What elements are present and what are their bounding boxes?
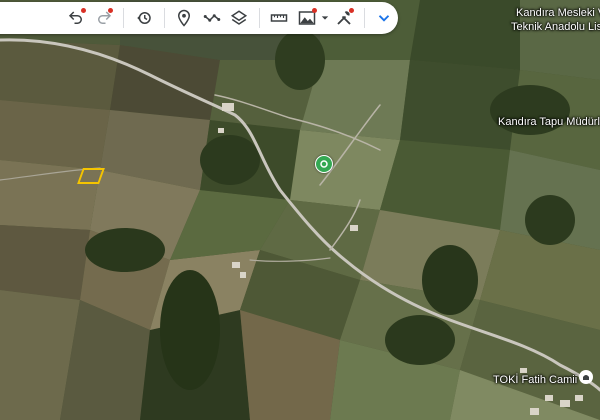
chevron-down-icon xyxy=(379,15,390,22)
mosque-marker[interactable] xyxy=(579,370,593,384)
undo-notification-dot xyxy=(80,8,86,13)
poi-marker[interactable] xyxy=(315,155,333,173)
toolbar-divider xyxy=(363,8,365,28)
path-icon xyxy=(203,14,220,22)
layers-icon xyxy=(230,10,248,25)
placemark-icon xyxy=(178,9,191,27)
toolbar-divider xyxy=(123,8,125,28)
tools-button[interactable] xyxy=(330,4,357,32)
redo-button[interactable] xyxy=(90,4,117,32)
toolbar-divider xyxy=(258,8,260,28)
imagery-notification-dot xyxy=(311,8,317,13)
school-label-line2[interactable]: Teknik Anadolu Lise xyxy=(511,21,600,33)
history-icon xyxy=(137,12,151,24)
draw-path-button[interactable] xyxy=(198,4,225,32)
layers-button[interactable] xyxy=(225,4,252,32)
school-label-line1[interactable]: Kandıra Mesleki V xyxy=(516,7,600,19)
imagery-dropdown-caret[interactable] xyxy=(321,14,331,22)
add-placemark-button[interactable] xyxy=(171,4,198,32)
tools-notification-dot xyxy=(348,8,354,13)
ruler-icon xyxy=(271,14,288,22)
satellite-map[interactable] xyxy=(0,0,600,420)
caret-down-icon xyxy=(322,16,329,20)
imagery-button[interactable] xyxy=(293,4,320,32)
measure-button[interactable] xyxy=(266,4,293,32)
undo-button[interactable] xyxy=(63,4,90,32)
toolbar-divider xyxy=(163,8,165,28)
mosque-label[interactable]: TOKİ Fatih Camii xyxy=(493,374,577,386)
map-toolbar xyxy=(0,2,398,34)
search-box[interactable] xyxy=(0,6,63,30)
land-registry-label[interactable]: Kandıra Tapu Müdürlü xyxy=(498,116,600,128)
poi-icon xyxy=(320,160,328,168)
mosque-icon xyxy=(583,375,589,380)
collapse-toolbar-button[interactable] xyxy=(371,4,398,32)
history-button[interactable] xyxy=(130,4,157,32)
